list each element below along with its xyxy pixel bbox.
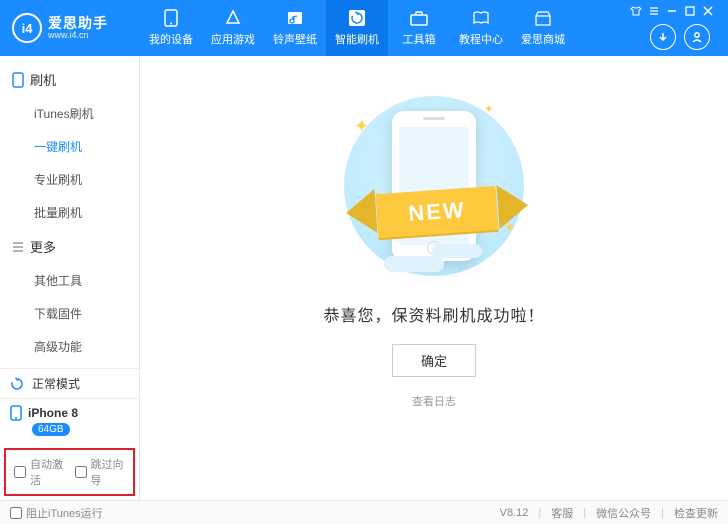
sidebar-item-oneclick-flash[interactable]: 一键刷机 bbox=[0, 130, 139, 163]
check-update-link[interactable]: 检查更新 bbox=[674, 505, 718, 521]
brand-text: 爱思助手 www.i4.cn bbox=[48, 16, 108, 41]
nav-my-device[interactable]: 我的设备 bbox=[140, 0, 202, 56]
download-button[interactable] bbox=[650, 24, 676, 50]
device-phone-icon bbox=[10, 405, 22, 421]
app-header: i4 爱思助手 www.i4.cn 我的设备 应用游戏 铃声壁纸 智能刷机 工具… bbox=[0, 0, 728, 56]
toolbox-icon bbox=[410, 9, 428, 27]
nav-ringtones[interactable]: 铃声壁纸 bbox=[264, 0, 326, 56]
device-info[interactable]: iPhone 8 64GB bbox=[0, 398, 139, 444]
close-icon[interactable] bbox=[700, 4, 716, 18]
nav-tutorials[interactable]: 教程中心 bbox=[450, 0, 512, 56]
flash-options-box: 自动激活 跳过向导 bbox=[4, 448, 135, 496]
nav-flash[interactable]: 智能刷机 bbox=[326, 0, 388, 56]
nav-label: 应用游戏 bbox=[211, 31, 255, 47]
nav-label: 工具箱 bbox=[403, 31, 436, 47]
device-name: iPhone 8 bbox=[28, 406, 78, 420]
sidebar-item-other-tools[interactable]: 其他工具 bbox=[0, 264, 139, 297]
device-mode[interactable]: 正常模式 bbox=[0, 369, 139, 398]
ok-button[interactable]: 确定 bbox=[392, 344, 476, 377]
status-bar: 阻止iTunes运行 V8.12 | 客服 | 微信公众号 | 检查更新 bbox=[0, 500, 728, 524]
support-link[interactable]: 客服 bbox=[551, 505, 573, 521]
nav-label: 爱思商城 bbox=[521, 31, 565, 47]
nav-label: 我的设备 bbox=[149, 31, 193, 47]
checkbox-block-itunes[interactable]: 阻止iTunes运行 bbox=[10, 505, 103, 521]
brand-logo[interactable]: i4 爱思助手 www.i4.cn bbox=[12, 13, 140, 43]
sidebar-item-itunes-flash[interactable]: iTunes刷机 bbox=[0, 97, 139, 130]
tshirt-icon[interactable] bbox=[628, 4, 644, 18]
version-label: V8.12 bbox=[500, 507, 529, 519]
sidebar-item-advanced[interactable]: 高级功能 bbox=[0, 330, 139, 363]
menu-lines-icon bbox=[12, 241, 24, 253]
menu-icon[interactable] bbox=[646, 4, 662, 18]
nav-label: 教程中心 bbox=[459, 31, 503, 47]
sidebar-item-download-fw[interactable]: 下载固件 bbox=[0, 297, 139, 330]
view-log-link[interactable]: 查看日志 bbox=[412, 393, 456, 409]
logo-icon: i4 bbox=[12, 13, 42, 43]
store-icon bbox=[534, 9, 552, 27]
sparkle-icon: ✦ bbox=[354, 116, 369, 137]
cloud-shape bbox=[432, 244, 482, 258]
apps-icon bbox=[224, 9, 242, 27]
nav-store[interactable]: 爱思商城 bbox=[512, 0, 574, 56]
device-storage-badge: 64GB bbox=[32, 423, 70, 436]
header-right bbox=[628, 0, 720, 56]
sidebar-group-title: 更多 bbox=[30, 237, 56, 256]
main-area: 刷机 iTunes刷机 一键刷机 专业刷机 批量刷机 更多 其他工具 下载固件 … bbox=[0, 56, 728, 500]
sparkle-icon: ✦ bbox=[484, 102, 494, 116]
sidebar-item-pro-flash[interactable]: 专业刷机 bbox=[0, 163, 139, 196]
user-button[interactable] bbox=[684, 24, 710, 50]
wechat-link[interactable]: 微信公众号 bbox=[596, 505, 651, 521]
checkbox-skip-wizard[interactable]: 跳过向导 bbox=[75, 456, 126, 488]
sidebar: 刷机 iTunes刷机 一键刷机 专业刷机 批量刷机 更多 其他工具 下载固件 … bbox=[0, 56, 140, 500]
cloud-shape bbox=[384, 256, 444, 272]
book-icon bbox=[472, 9, 490, 27]
checkbox-auto-activate[interactable]: 自动激活 bbox=[14, 456, 65, 488]
nav-label: 智能刷机 bbox=[335, 31, 379, 47]
maximize-icon[interactable] bbox=[682, 4, 698, 18]
sidebar-group-more[interactable]: 更多 bbox=[0, 229, 139, 264]
phone-outline-icon bbox=[12, 72, 24, 88]
refresh-icon bbox=[348, 9, 366, 27]
nav-apps[interactable]: 应用游戏 bbox=[202, 0, 264, 56]
mode-icon bbox=[10, 377, 24, 391]
phone-icon bbox=[162, 9, 180, 27]
sidebar-group-title: 刷机 bbox=[30, 70, 56, 89]
minimize-icon[interactable] bbox=[664, 4, 680, 18]
new-ribbon: NEW bbox=[342, 182, 532, 242]
sidebar-group-flash[interactable]: 刷机 bbox=[0, 62, 139, 97]
mode-label: 正常模式 bbox=[32, 375, 80, 392]
nav-toolbox[interactable]: 工具箱 bbox=[388, 0, 450, 56]
window-controls bbox=[628, 0, 720, 18]
nav-label: 铃声壁纸 bbox=[273, 31, 317, 47]
success-illustration: ✦ ✦ ✦ NEW bbox=[304, 86, 564, 286]
sidebar-item-batch-flash[interactable]: 批量刷机 bbox=[0, 196, 139, 229]
top-nav: 我的设备 应用游戏 铃声壁纸 智能刷机 工具箱 教程中心 爱思商城 bbox=[140, 0, 574, 56]
note-icon bbox=[286, 9, 304, 27]
success-message: 恭喜您，保资料刷机成功啦！ bbox=[323, 302, 544, 326]
content-pane: ✦ ✦ ✦ NEW 恭喜您，保资料刷机成功啦！ 确定 查看日志 bbox=[140, 56, 728, 500]
